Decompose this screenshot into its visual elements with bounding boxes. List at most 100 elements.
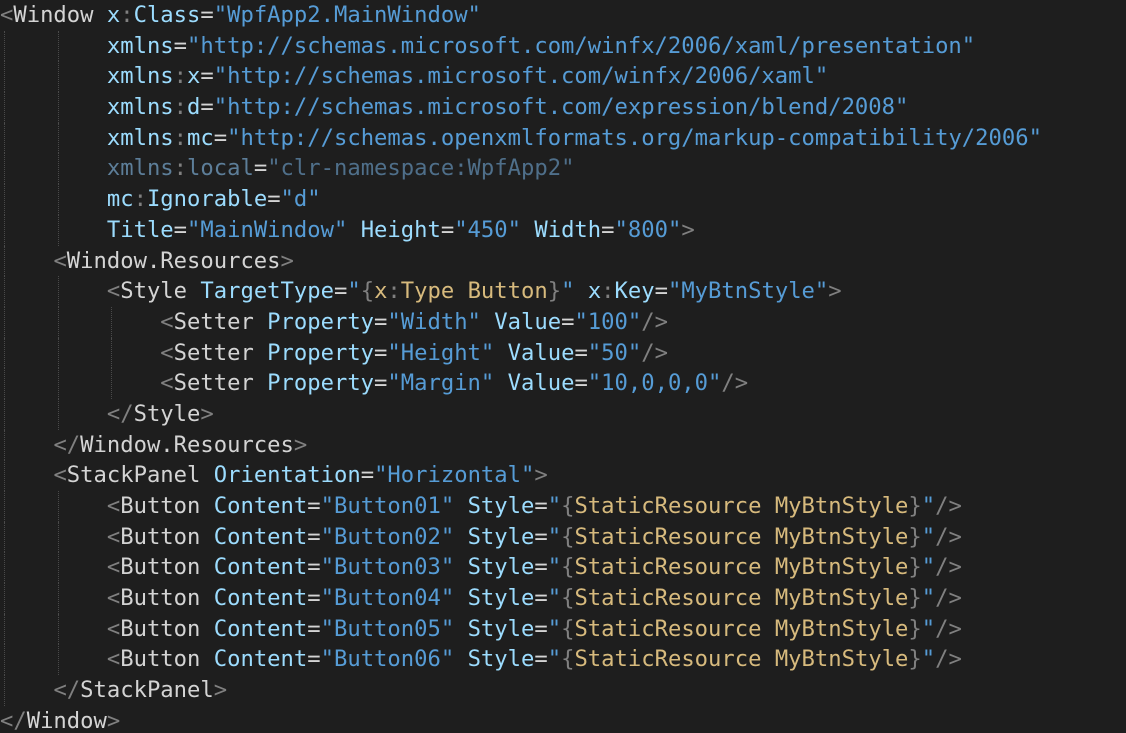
code-token-sp	[454, 278, 467, 304]
indent-guide	[57, 644, 59, 676]
code-token-str: "d"	[280, 186, 321, 213]
code-token-punct: {	[561, 554, 575, 581]
indent-guide	[4, 644, 5, 676]
code-line[interactable]: xmlns="http://schemas.microsoft.com/winf…	[0, 30, 1126, 62]
code-token-res: MyBtnStyle	[774, 585, 909, 612]
code-token-eq: =	[307, 646, 321, 673]
code-token-str: "Margin"	[387, 370, 495, 397]
code-line[interactable]: <Setter Property="Width" Value="100"/>	[0, 306, 1126, 338]
code-token-res: StaticResource	[574, 554, 762, 581]
code-line[interactable]: </Window>	[0, 706, 1126, 733]
indent-guide	[57, 398, 59, 430]
code-token-sp	[761, 585, 774, 611]
code-line[interactable]: <Setter Property="Height" Value="50"/>	[0, 337, 1126, 369]
code-token-str: "Height"	[387, 339, 495, 366]
code-token-punct: {	[360, 278, 375, 305]
code-token-attr: xmlns	[106, 94, 174, 121]
code-token-eq: =	[440, 216, 455, 243]
code-token-str: "Button03"	[320, 554, 455, 581]
code-token-eq: =	[253, 155, 268, 182]
code-line[interactable]: <Button Content="Button04" Style="{Stati…	[0, 583, 1126, 614]
code-token-res: MyBtnStyle	[774, 554, 909, 581]
indent-guide	[4, 460, 5, 491]
code-token-sp	[761, 524, 774, 550]
code-token-str: "	[921, 646, 936, 673]
code-token-res: MyBtnStyle	[774, 646, 909, 673]
code-token-attr: Orientation	[213, 462, 361, 489]
code-token-sp	[254, 340, 267, 366]
code-line[interactable]: <Window.Resources>	[0, 245, 1126, 277]
code-token-sp	[454, 646, 467, 672]
code-token-str: "	[547, 493, 562, 519]
indent-guide	[4, 30, 5, 62]
code-line[interactable]: <Button Content="Button06" Style="{Stati…	[0, 644, 1126, 676]
code-token-punct: >	[200, 400, 214, 427]
code-token-punct: }	[908, 493, 922, 519]
code-token-str: "	[561, 278, 575, 305]
code-token-tag: Window	[13, 2, 94, 28]
code-line[interactable]: xmlns:local="clr-namespace:WpfApp2"	[0, 153, 1126, 185]
code-token-eq: =	[534, 523, 548, 550]
indent-guide	[4, 184, 5, 215]
code-token-attr: Content	[213, 615, 308, 642]
code-line[interactable]: xmlns:x="http://schemas.microsoft.com/wi…	[0, 61, 1126, 93]
code-token-str: "WpfApp2.MainWindow"	[213, 2, 481, 28]
code-token-str: "http://schemas.microsoft.com/expression…	[213, 94, 909, 121]
code-token-sp	[200, 524, 213, 550]
code-token-punct: }	[908, 585, 922, 612]
code-line[interactable]: <Style TargetType="{x:Type Button}" x:Ke…	[0, 276, 1126, 307]
code-line[interactable]: mc:Ignorable="d"	[0, 184, 1126, 215]
code-token-attr: Height	[360, 216, 441, 243]
code-line[interactable]: xmlns:mc="http://schemas.openxmlformats.…	[0, 122, 1126, 154]
code-token-punct: </	[106, 400, 134, 427]
code-token-eq: =	[200, 94, 214, 121]
code-token-attr: x	[587, 278, 602, 305]
code-line[interactable]: </Window.Resources>	[0, 429, 1126, 461]
code-line[interactable]: <Setter Property="Margin" Value="10,0,0,…	[0, 368, 1126, 399]
indent-guide	[57, 583, 59, 614]
code-token-res: x	[374, 278, 388, 305]
indent-guide	[4, 337, 5, 369]
indent-guide	[57, 337, 59, 369]
code-token-punct: }	[908, 523, 922, 550]
code-line[interactable]: <Window x:Class="WpfApp2.MainWindow"	[0, 0, 1126, 31]
code-token-str: "Button02"	[320, 523, 455, 550]
code-token-attr: Class	[133, 2, 201, 28]
code-token-res: Type	[400, 278, 455, 305]
code-line[interactable]: Title="MainWindow" Height="450" Width="8…	[0, 214, 1126, 246]
code-token-punct: >	[828, 278, 842, 305]
code-token-attr: Style	[467, 523, 535, 550]
code-line[interactable]: <Button Content="Button03" Style="{Stati…	[0, 552, 1126, 584]
code-token-tag: Style	[133, 400, 201, 427]
code-token-punct: :	[601, 278, 615, 305]
code-line[interactable]: <Button Content="Button01" Style="{Stati…	[0, 491, 1126, 522]
code-editor[interactable]: <Window x:Class="WpfApp2.MainWindow" xml…	[0, 0, 1126, 733]
code-token-punct: </	[53, 677, 81, 704]
code-token-tag: Window.Resources	[80, 431, 294, 458]
code-token-punct: <	[53, 462, 67, 489]
code-token-sp	[187, 278, 200, 304]
indent-guide	[4, 214, 5, 246]
code-line[interactable]: <Button Content="Button02" Style="{Stati…	[0, 521, 1126, 553]
code-token-eq: =	[534, 585, 548, 612]
code-token-punct: />	[935, 646, 962, 673]
code-token-punct: >	[106, 707, 121, 733]
code-token-tag: Window.Resources	[66, 247, 281, 274]
code-token-eq: =	[200, 2, 214, 28]
code-token-str: "100"	[574, 308, 642, 335]
code-line[interactable]: <StackPanel Orientation="Horizontal">	[0, 460, 1126, 491]
code-token-tag: Button	[120, 646, 201, 673]
code-token-tag: Setter	[173, 339, 254, 366]
code-token-punct: :	[387, 278, 401, 305]
code-token-res: MyBtnStyle	[774, 493, 909, 519]
code-line[interactable]: </StackPanel>	[0, 675, 1126, 706]
code-line[interactable]: xmlns:d="http://schemas.microsoft.com/ex…	[0, 92, 1126, 123]
code-line[interactable]: <Button Content="Button05" Style="{Stati…	[0, 613, 1126, 645]
code-token-eq: =	[173, 32, 188, 59]
code-line[interactable]: </Style>	[0, 398, 1126, 430]
indent-guide	[57, 30, 59, 62]
